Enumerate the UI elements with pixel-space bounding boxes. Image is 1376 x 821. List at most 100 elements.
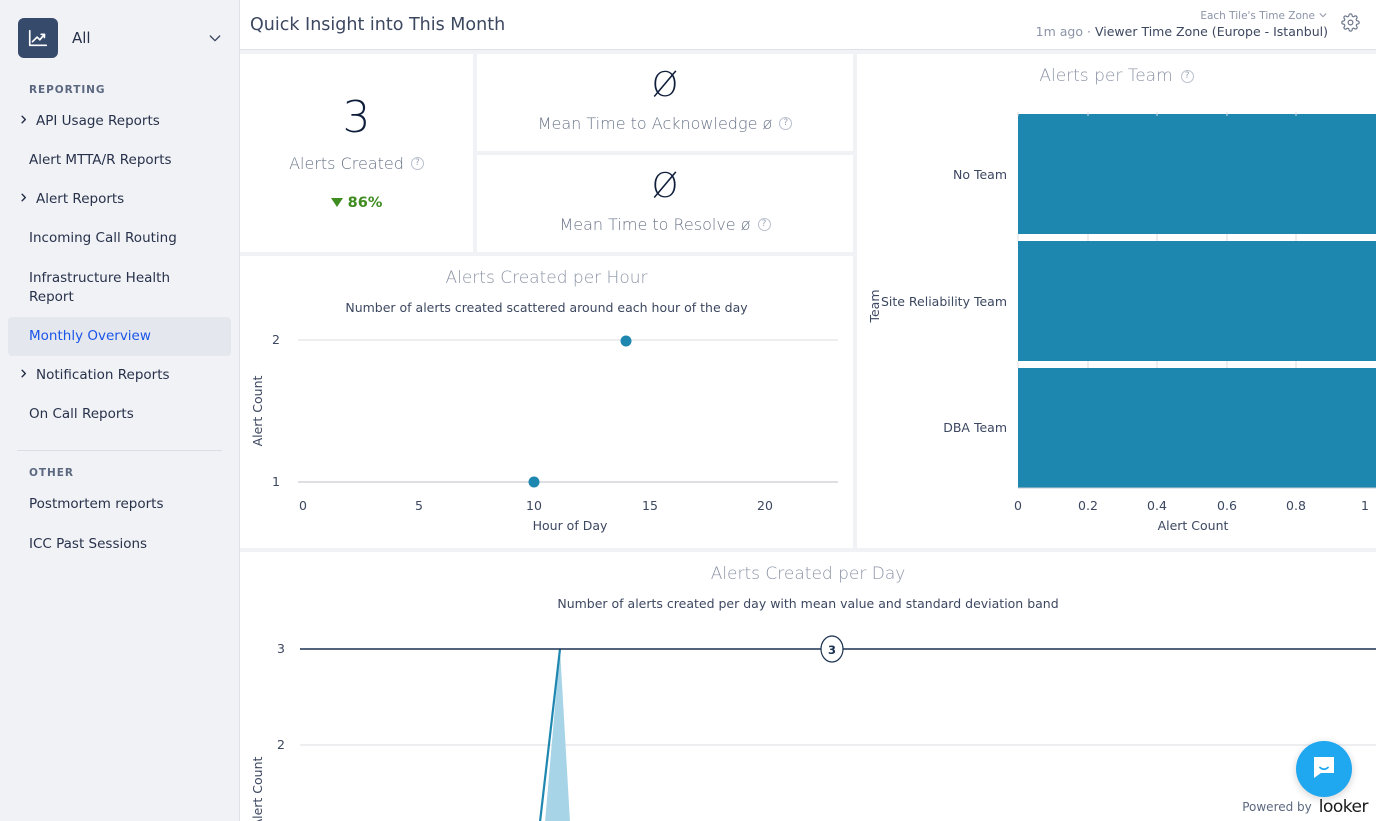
sidebar-item-label: API Usage Reports	[36, 113, 160, 129]
sidebar-item-postmortem-reports[interactable]: Postmortem reports	[8, 485, 231, 524]
powered-by-label: Powered by	[1242, 800, 1312, 814]
x-tick-label: 0.6	[1217, 498, 1237, 513]
sidebar-item-label: Alert Reports	[36, 191, 125, 208]
sidebar-item-label: Alert MTTA/R Reports	[29, 152, 172, 169]
sidebar-item-label: Infrastructure Health Report	[29, 269, 170, 305]
sidebar-item-alert-mtta-r-reports[interactable]: Alert MTTA/R Reports	[8, 141, 231, 180]
last-run-time: 1m ago	[1035, 23, 1084, 39]
alerts-created-label-row: Alerts Created ?	[289, 154, 424, 173]
sidebar-section-reporting-label: REPORTING	[29, 84, 106, 96]
kpi-tile-row: 3 Alerts Created ? 86% Ø Mean Time to Ac…	[240, 54, 853, 252]
intercom-launcher-button[interactable]	[1296, 741, 1352, 797]
timezone-mode-label: Each Tile's Time Zone	[1200, 10, 1315, 23]
y-tick-label: 2	[277, 737, 285, 752]
sidebar-brand-label: All	[72, 29, 91, 47]
y-axis-label: Alert Count	[250, 756, 265, 821]
x-axis-label: Hour of Day	[533, 518, 608, 533]
triangle-down-icon	[330, 198, 343, 207]
question-mark-icon[interactable]: ?	[757, 218, 771, 231]
scatter-point	[528, 476, 540, 488]
viewer-timezone-label: Viewer Time Zone (Europe - Istanbul)	[1094, 23, 1328, 39]
sidebar-section-other-label: OTHER	[29, 467, 74, 480]
x-tick-label: 0	[299, 498, 307, 513]
category-label: DBA Team	[943, 420, 1007, 435]
question-mark-icon[interactable]: ?	[410, 156, 424, 170]
tile-alerts-per-team[interactable]: Alerts per Team ? No Team Site Reliabili…	[857, 54, 1376, 548]
looker-logo: looker	[1318, 797, 1369, 817]
x-tick-label: 0.4	[1147, 498, 1167, 513]
sidebar-item-label: ICC Past Sessions	[29, 535, 148, 552]
chevron-right-icon	[16, 192, 30, 203]
dashboard-header: Quick Insight into This Month Each Tile'…	[240, 0, 1376, 50]
separator-dot: ·	[1087, 23, 1091, 39]
y-tick-label: 1	[272, 474, 280, 489]
alerts-created-label: Alerts Created	[289, 153, 404, 173]
kpi-tile-stack: Ø Mean Time to Acknowledge ø ? Ø Mean Ti…	[477, 54, 853, 252]
main-content: Quick Insight into This Month Each Tile'…	[240, 0, 1376, 821]
tile-column-left: 3 Alerts Created ? 86% Ø Mean Time to Ac…	[240, 54, 853, 548]
dashboard-settings-button[interactable]	[1334, 9, 1366, 41]
page-title: Quick Insight into This Month	[250, 14, 506, 35]
sidebar-item-label: Postmortem reports	[29, 496, 164, 513]
mtta-label-row: Mean Time to Acknowledge ø ?	[538, 114, 793, 133]
sidebar-brand-selector[interactable]: All	[0, 0, 239, 68]
sidebar-item-infrastructure-health-report[interactable]: Infrastructure Health Report	[8, 259, 231, 317]
sidebar-item-label: Notification Reports	[36, 367, 170, 384]
sidebar-item-notification-reports[interactable]: Notification Reports	[8, 356, 231, 395]
tile-mean-time-to-acknowledge[interactable]: Ø Mean Time to Acknowledge ø ?	[477, 54, 853, 151]
dashboard-tile-grid: 3 Alerts Created ? 86% Ø Mean Time to Ac…	[240, 50, 1376, 821]
sidebar-item-monthly-overview[interactable]: Monthly Overview	[8, 316, 231, 357]
mtta-label: Mean Time to Acknowledge ø	[537, 114, 773, 133]
powered-by-looker: Powered by looker	[1242, 797, 1368, 817]
sidebar-item-icc-past-sessions[interactable]: ICC Past Sessions	[8, 525, 231, 564]
sidebar-item-api-usage-reports[interactable]: API Usage Reports	[8, 102, 231, 141]
x-tick-label: 1	[1361, 498, 1369, 513]
y-axis-label: Alert Count	[250, 375, 265, 446]
mttr-label: Mean Time to Resolve ø	[559, 215, 751, 234]
x-tick-label: 0.2	[1078, 498, 1098, 513]
timezone-mode-selector[interactable]: Each Tile's Time Zone	[1036, 10, 1328, 24]
x-tick-label: 10	[526, 498, 542, 513]
alerts-created-value: 3	[342, 91, 371, 143]
mttr-label-row: Mean Time to Resolve ø ?	[559, 215, 771, 234]
area-chart-canvas: 3 3 2 Alert Count	[250, 635, 1376, 821]
chevron-right-icon	[16, 368, 30, 379]
tile-alerts-created-per-hour[interactable]: Alerts Created per Hour Number of alerts…	[240, 256, 853, 548]
tile-alerts-created-per-day[interactable]: Alerts Created per Day Number of alerts …	[240, 552, 1376, 821]
tile-alerts-created[interactable]: 3 Alerts Created ? 86%	[240, 54, 473, 252]
mean-label-value: 3	[828, 643, 836, 657]
bar-chart-canvas: No Team Site Reliability Team DBA Team T…	[867, 112, 1376, 533]
chat-bubble-glyph	[1314, 757, 1334, 778]
alerts-created-delta-value: 86%	[347, 194, 383, 211]
sidebar-item-label: Incoming Call Routing	[29, 230, 177, 247]
timezone-block: Each Tile's Time Zone 1m ago · Viewer Ti…	[1036, 10, 1334, 40]
chart-trending-up-icon	[18, 18, 58, 58]
x-tick-label: 15	[642, 498, 658, 513]
scatter-point	[620, 335, 632, 347]
sidebar-item-incoming-call-routing[interactable]: Incoming Call Routing	[8, 219, 231, 258]
bar-site-reliability-team	[1018, 241, 1376, 361]
chevron-right-icon	[16, 114, 30, 125]
category-label: Site Reliability Team	[881, 294, 1007, 309]
question-mark-icon[interactable]: ?	[779, 117, 793, 130]
bar-dba-team	[1018, 368, 1376, 488]
mttr-value: Ø	[651, 166, 679, 206]
y-tick-label: 2	[272, 332, 280, 347]
tile-mean-time-to-resolve[interactable]: Ø Mean Time to Resolve ø ?	[477, 155, 853, 252]
chevron-down-icon	[1318, 10, 1328, 24]
sidebar-item-alert-reports[interactable]: Alert Reports	[8, 180, 231, 219]
y-axis-label: Team	[867, 289, 882, 323]
mtta-value: Ø	[651, 65, 679, 105]
chevron-down-icon[interactable]	[207, 30, 223, 46]
chat-bubble-icon	[1310, 753, 1338, 785]
timezone-detail: 1m ago · Viewer Time Zone (Europe - Ista…	[1036, 24, 1328, 40]
tile-row-top: 3 Alerts Created ? 86% Ø Mean Time to Ac…	[240, 54, 1376, 548]
scatter-plot-canvas: 2 1 Alert Count 0 5 10 15 20 Hour of Day	[250, 332, 838, 533]
sidebar-item-label: On Call Reports	[29, 406, 134, 423]
x-axis-label: Alert Count	[1158, 518, 1229, 533]
bar-no-team	[1018, 114, 1376, 234]
sidebar-item-on-call-reports[interactable]: On Call Reports	[8, 395, 231, 434]
alerts-created-delta: 86%	[330, 194, 383, 211]
x-tick-label: 5	[415, 498, 423, 513]
sidebar-item-label: Monthly Overview	[29, 327, 151, 344]
